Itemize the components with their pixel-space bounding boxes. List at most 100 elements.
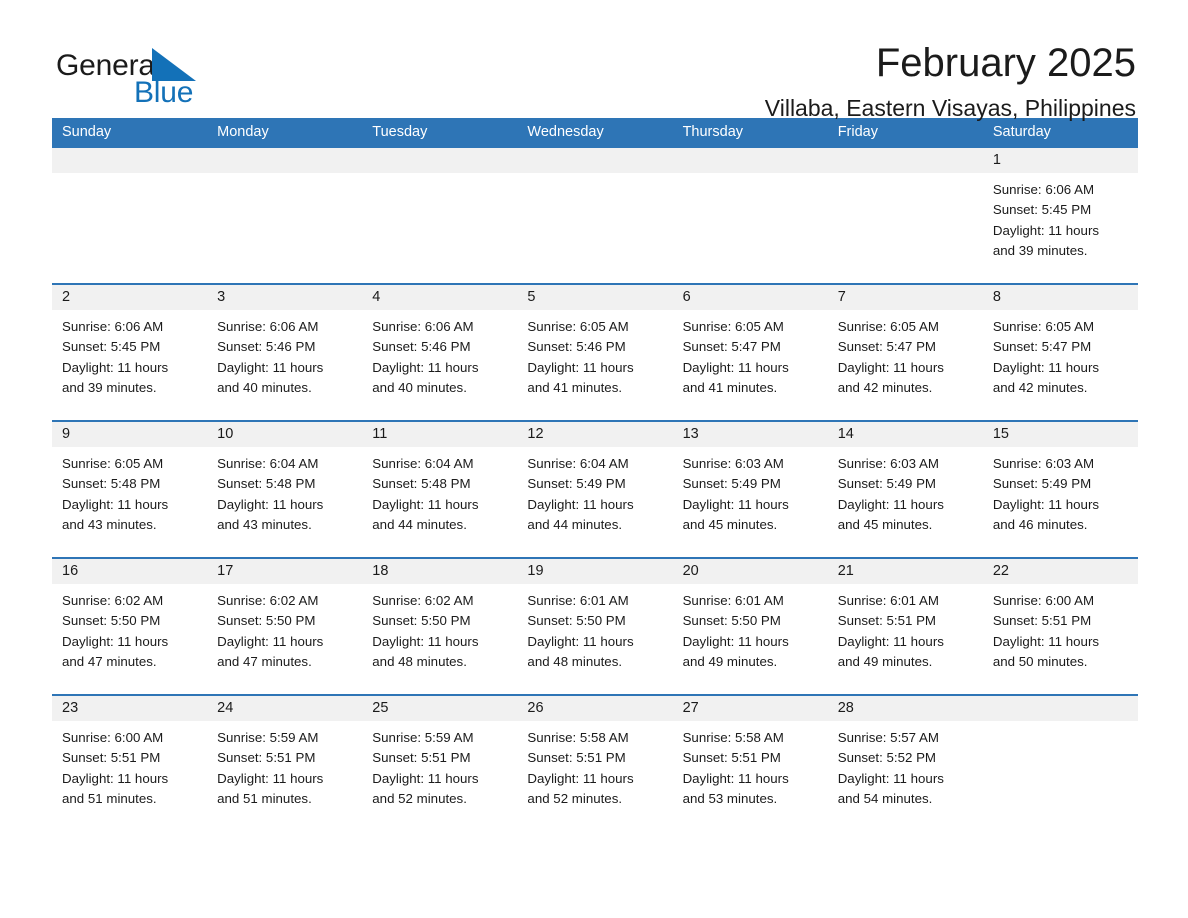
- daylight-text-line1: Daylight: 11 hours: [372, 633, 479, 649]
- sunset-text: Sunset: 5:50 PM: [217, 613, 316, 629]
- day-number[interactable]: 24: [207, 701, 362, 716]
- daylight-text-line1: Daylight: 11 hours: [992, 496, 1100, 512]
- day-number[interactable]: 27: [673, 701, 828, 716]
- day-cell[interactable]: [983, 721, 1138, 831]
- day-number[interactable]: 7: [828, 290, 983, 305]
- day-cell[interactable]: [828, 173, 983, 283]
- day-cell[interactable]: Sunrise: 6:06 AM Sunset: 5:46 PM Dayligh…: [207, 310, 362, 420]
- day-cell[interactable]: Sunrise: 6:05 AM Sunset: 5:47 PM Dayligh…: [983, 310, 1138, 420]
- day-cell[interactable]: Sunrise: 6:00 AM Sunset: 5:51 PM Dayligh…: [983, 584, 1138, 694]
- day-cell[interactable]: Sunrise: 5:59 AM Sunset: 5:51 PM Dayligh…: [362, 721, 517, 831]
- day-number[interactable]: 13: [673, 427, 828, 442]
- sunrise-text: Sunrise: 6:04 AM: [217, 456, 319, 471]
- day-number[interactable]: 12: [517, 427, 672, 442]
- sunrise-text: Sunrise: 6:03 AM: [837, 456, 939, 471]
- day-number[interactable]: 5: [517, 290, 672, 305]
- daylight-text-line1: Daylight: 11 hours: [62, 633, 169, 649]
- sunrise-text: Sunrise: 6:05 AM: [992, 319, 1095, 334]
- day-cell[interactable]: Sunrise: 6:06 AM Sunset: 5:45 PM Dayligh…: [983, 173, 1138, 283]
- sunset-text: Sunset: 5:51 PM: [837, 613, 937, 629]
- day-number[interactable]: 28: [828, 701, 983, 716]
- sunrise-text: Sunrise: 6:01 AM: [837, 593, 939, 608]
- day-cell[interactable]: Sunrise: 6:04 AM Sunset: 5:49 PM Dayligh…: [517, 447, 672, 557]
- day-cell[interactable]: Sunrise: 6:06 AM Sunset: 5:46 PM Dayligh…: [362, 310, 517, 420]
- sunrise-text: Sunrise: 6:05 AM: [837, 319, 939, 334]
- sunrise-text: Sunrise: 6:00 AM: [62, 730, 164, 745]
- day-cell[interactable]: Sunrise: 6:05 AM Sunset: 5:46 PM Dayligh…: [517, 310, 672, 420]
- day-number[interactable]: 23: [52, 701, 207, 716]
- daylight-text-line2: and 47 minutes.: [62, 653, 157, 669]
- location-subtitle: Villaba, Eastern Visayas, Philippines: [764, 95, 1136, 121]
- day-number[interactable]: 10: [207, 427, 362, 442]
- day-number[interactable]: 16: [52, 564, 207, 579]
- day-number[interactable]: 22: [983, 564, 1138, 579]
- week-detail-band: Sunrise: 6:00 AM Sunset: 5:51 PM Dayligh…: [52, 721, 1138, 831]
- daylight-text-line1: Daylight: 11 hours: [527, 770, 634, 786]
- sunrise-text: Sunrise: 5:58 AM: [527, 730, 629, 745]
- day-cell[interactable]: Sunrise: 6:03 AM Sunset: 5:49 PM Dayligh…: [983, 447, 1138, 557]
- day-cell[interactable]: Sunrise: 6:05 AM Sunset: 5:47 PM Dayligh…: [828, 310, 983, 420]
- week-daynumber-band: 9 10 11 12 13 14 15: [52, 422, 1138, 447]
- day-cell[interactable]: Sunrise: 5:58 AM Sunset: 5:51 PM Dayligh…: [517, 721, 672, 831]
- day-cell[interactable]: [52, 173, 207, 283]
- day-number[interactable]: 3: [207, 290, 362, 305]
- day-cell[interactable]: Sunrise: 6:02 AM Sunset: 5:50 PM Dayligh…: [52, 584, 207, 694]
- day-number[interactable]: 1: [983, 153, 1138, 168]
- day-cell[interactable]: [362, 173, 517, 283]
- day-number[interactable]: 21: [828, 564, 983, 579]
- day-number[interactable]: 9: [52, 427, 207, 442]
- day-number[interactable]: 20: [673, 564, 828, 579]
- day-cell[interactable]: Sunrise: 6:05 AM Sunset: 5:47 PM Dayligh…: [673, 310, 828, 420]
- day-number[interactable]: 26: [517, 701, 672, 716]
- day-cell[interactable]: Sunrise: 6:03 AM Sunset: 5:49 PM Dayligh…: [673, 447, 828, 557]
- day-number[interactable]: 19: [517, 564, 672, 579]
- title-block: February 2025 Villaba, Eastern Visayas, …: [765, 40, 1136, 121]
- day-cell[interactable]: Sunrise: 6:06 AM Sunset: 5:45 PM Dayligh…: [52, 310, 207, 420]
- day-number[interactable]: 11: [362, 427, 517, 442]
- day-number[interactable]: 6: [673, 290, 828, 305]
- weekday-thursday: Thursday: [682, 123, 744, 140]
- daylight-text-line2: and 43 minutes.: [217, 516, 312, 532]
- day-number[interactable]: 14: [828, 427, 983, 442]
- day-cell[interactable]: Sunrise: 6:02 AM Sunset: 5:50 PM Dayligh…: [207, 584, 362, 694]
- sunset-text: Sunset: 5:47 PM: [992, 339, 1092, 355]
- daylight-text-line1: Daylight: 11 hours: [682, 496, 789, 512]
- sunset-text: Sunset: 5:46 PM: [527, 339, 626, 355]
- daylight-text-line2: and 50 minutes.: [992, 653, 1088, 669]
- day-cell[interactable]: Sunrise: 6:02 AM Sunset: 5:50 PM Dayligh…: [362, 584, 517, 694]
- day-cell[interactable]: [517, 173, 672, 283]
- day-cell[interactable]: [673, 173, 828, 283]
- week-daynumber-band: 16 17 18 19 20 21 22: [52, 559, 1138, 584]
- month-title: February 2025: [875, 41, 1136, 85]
- weekday-saturday: Saturday: [992, 123, 1051, 140]
- day-cell[interactable]: Sunrise: 5:57 AM Sunset: 5:52 PM Dayligh…: [828, 721, 983, 831]
- daylight-text-line1: Daylight: 11 hours: [217, 633, 324, 649]
- sunset-text: Sunset: 5:51 PM: [682, 750, 781, 766]
- sunrise-text: Sunrise: 6:01 AM: [682, 593, 784, 608]
- day-number[interactable]: 17: [207, 564, 362, 579]
- day-cell[interactable]: Sunrise: 6:03 AM Sunset: 5:49 PM Dayligh…: [828, 447, 983, 557]
- day-cell[interactable]: Sunrise: 6:04 AM Sunset: 5:48 PM Dayligh…: [362, 447, 517, 557]
- day-number[interactable]: 4: [362, 290, 517, 305]
- sunrise-text: Sunrise: 6:02 AM: [372, 593, 474, 608]
- day-number[interactable]: 18: [362, 564, 517, 579]
- day-cell[interactable]: Sunrise: 6:04 AM Sunset: 5:48 PM Dayligh…: [207, 447, 362, 557]
- day-number[interactable]: 15: [983, 427, 1138, 442]
- daylight-text-line1: Daylight: 11 hours: [372, 359, 479, 375]
- weekday-tuesday: Tuesday: [372, 123, 428, 140]
- day-cell[interactable]: Sunrise: 6:05 AM Sunset: 5:48 PM Dayligh…: [52, 447, 207, 557]
- day-cell[interactable]: [207, 173, 362, 283]
- sunset-text: Sunset: 5:49 PM: [527, 476, 626, 492]
- general-blue-logo[interactable]: General Blue: [56, 40, 256, 112]
- day-number[interactable]: 2: [52, 290, 207, 305]
- day-number[interactable]: 8: [983, 290, 1138, 305]
- day-cell[interactable]: Sunrise: 6:01 AM Sunset: 5:51 PM Dayligh…: [828, 584, 983, 694]
- day-cell[interactable]: Sunrise: 6:00 AM Sunset: 5:51 PM Dayligh…: [52, 721, 207, 831]
- day-cell[interactable]: Sunrise: 5:59 AM Sunset: 5:51 PM Dayligh…: [207, 721, 362, 831]
- day-cell[interactable]: Sunrise: 6:01 AM Sunset: 5:50 PM Dayligh…: [673, 584, 828, 694]
- day-number[interactable]: 25: [362, 701, 517, 716]
- day-cell[interactable]: Sunrise: 5:58 AM Sunset: 5:51 PM Dayligh…: [673, 721, 828, 831]
- daylight-text-line2: and 41 minutes.: [527, 379, 623, 395]
- week-daynumber-band: 1: [52, 148, 1138, 173]
- day-cell[interactable]: Sunrise: 6:01 AM Sunset: 5:50 PM Dayligh…: [517, 584, 672, 694]
